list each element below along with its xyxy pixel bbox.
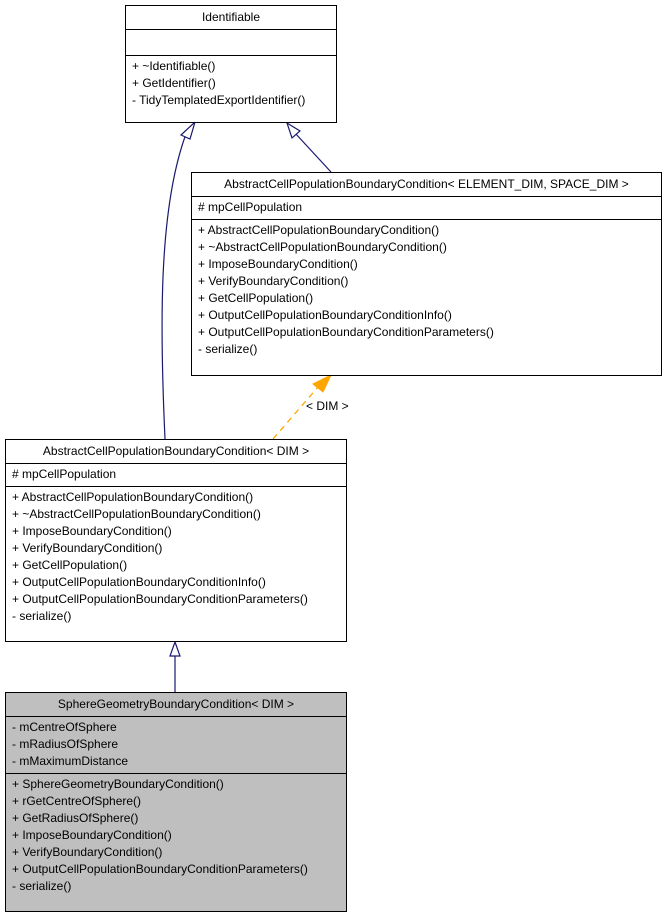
class-name: AbstractCellPopulationBoundaryCondition<… (6, 440, 346, 464)
class-box-abstract-dim[interactable]: AbstractCellPopulationBoundaryCondition<… (5, 439, 347, 642)
attributes-section: # mpCellPopulation (6, 464, 346, 487)
method: + ImposeBoundaryCondition() (198, 257, 358, 271)
method: + OutputCellPopulationBoundaryConditionP… (198, 325, 494, 339)
method: - serialize() (12, 879, 72, 893)
class-name: Identifiable (126, 6, 336, 30)
inheritance-arrowhead (179, 120, 197, 140)
methods-section: + AbstractCellPopulationBoundaryConditio… (6, 487, 346, 628)
method: + AbstractCellPopulationBoundaryConditio… (198, 223, 440, 237)
inheritance-edge-abstract-dim-to-identifiable (161, 133, 187, 440)
method: - serialize() (198, 342, 258, 356)
attribute: - mCentreOfSphere (12, 720, 117, 734)
class-name: SphereGeometryBoundaryCondition< DIM > (6, 693, 346, 717)
methods-section: + ~Identifiable() + GetIdentifier() - Ti… (126, 56, 336, 112)
attribute: - mMaximumDistance (12, 754, 129, 768)
method: + VerifyBoundaryCondition() (12, 541, 163, 555)
method: + OutputCellPopulationBoundaryConditionP… (12, 592, 308, 606)
attributes-section: # mpCellPopulation (192, 197, 661, 220)
method: + SphereGeometryBoundaryCondition() (12, 777, 224, 791)
class-box-abstract-template[interactable]: AbstractCellPopulationBoundaryCondition<… (191, 172, 662, 376)
template-edge-label: < DIM > (306, 399, 349, 413)
method: - TidyTemplatedExportIdentifier() (132, 93, 306, 107)
template-edge-dim-to-template (272, 386, 319, 440)
method: + OutputCellPopulationBoundaryConditionI… (12, 575, 266, 589)
methods-section: + SphereGeometryBoundaryCondition() + rG… (6, 774, 346, 898)
method: + GetCellPopulation() (12, 558, 128, 572)
method: + ~AbstractCellPopulationBoundaryConditi… (198, 240, 447, 254)
class-box-sphere-geometry[interactable]: SphereGeometryBoundaryCondition< DIM > -… (5, 692, 347, 912)
attribute: - mRadiusOfSphere (12, 737, 119, 751)
inheritance-edge-template-to-identifiable (294, 132, 332, 173)
method: + VerifyBoundaryCondition() (12, 845, 163, 859)
method: - serialize() (12, 609, 72, 623)
attribute: # mpCellPopulation (198, 200, 303, 214)
method: + GetIdentifier() (132, 76, 216, 90)
inheritance-arrowhead (169, 640, 181, 657)
method: + ~Identifiable() (132, 59, 216, 73)
method: + GetRadiusOfSphere() (12, 811, 139, 825)
template-arrowhead (312, 373, 333, 393)
method: + AbstractCellPopulationBoundaryConditio… (12, 490, 254, 504)
attributes-section (126, 30, 336, 56)
method: + ImposeBoundaryCondition() (12, 828, 172, 842)
attribute: # mpCellPopulation (12, 467, 117, 481)
class-name: AbstractCellPopulationBoundaryCondition<… (192, 173, 661, 197)
method: + GetCellPopulation() (198, 291, 314, 305)
method: + rGetCentreOfSphere() (12, 794, 142, 808)
class-box-identifiable[interactable]: Identifiable + ~Identifiable() + GetIden… (125, 5, 337, 123)
method: + ~AbstractCellPopulationBoundaryConditi… (12, 507, 261, 521)
method: + OutputCellPopulationBoundaryConditionP… (12, 862, 308, 876)
attributes-section: - mCentreOfSphere - mRadiusOfSphere - mM… (6, 717, 346, 774)
method: + OutputCellPopulationBoundaryConditionI… (198, 308, 452, 322)
method: + ImposeBoundaryCondition() (12, 524, 172, 538)
method: + VerifyBoundaryCondition() (198, 274, 349, 288)
methods-section: + AbstractCellPopulationBoundaryConditio… (192, 220, 661, 361)
